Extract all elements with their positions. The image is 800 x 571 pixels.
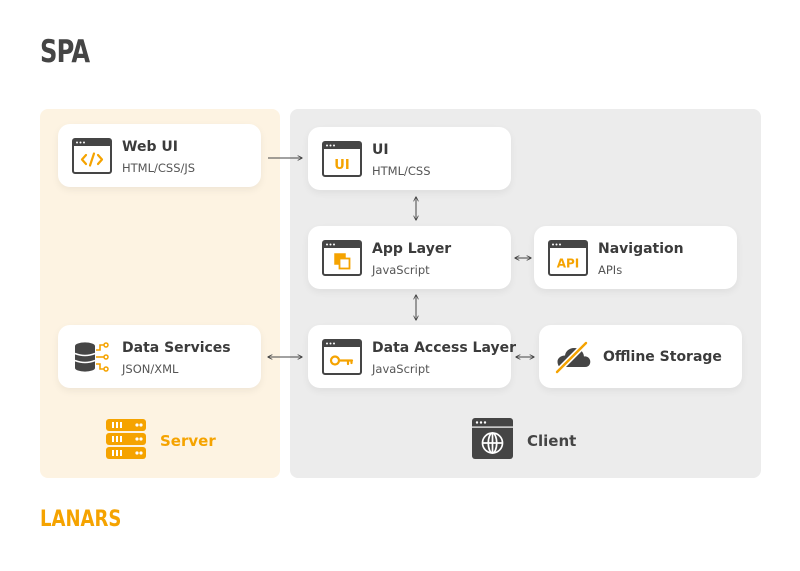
card-data-services: Data Services JSON/XML: [58, 325, 261, 388]
card-title: UI: [372, 142, 389, 158]
card-ui: UI UI HTML/CSS: [308, 127, 511, 190]
legend-server-label: Server: [160, 432, 216, 450]
card-title: App Layer: [372, 241, 452, 257]
key-window-icon: [322, 339, 362, 375]
card-subtitle: JavaScript: [372, 362, 430, 376]
card-subtitle: HTML/CSS/JS: [122, 161, 196, 175]
browser-globe-icon: [472, 418, 513, 463]
card-data-access-layer: Data Access Layer JavaScript: [308, 325, 516, 388]
card-title: Web UI: [122, 139, 178, 155]
card-title: Offline Storage: [603, 349, 722, 365]
api-window-icon: API: [548, 240, 588, 276]
svg-text:UI: UI: [334, 158, 349, 173]
card-title: Navigation: [598, 241, 684, 257]
ui-window-icon: UI: [322, 141, 362, 177]
card-web-ui: Web UI HTML/CSS/JS: [58, 124, 261, 187]
page-title: SPA: [40, 34, 90, 70]
card-subtitle: JSON/XML: [122, 362, 179, 376]
cloud-off-icon: [553, 339, 593, 375]
code-window-icon: [72, 138, 112, 174]
card-title: Data Access Layer: [372, 340, 517, 356]
database-icon: [72, 339, 112, 375]
card-subtitle: HTML/CSS: [372, 164, 431, 178]
legend-client-label: Client: [527, 431, 577, 450]
legend-server: Server: [106, 419, 216, 463]
card-app-layer: App Layer JavaScript: [308, 226, 511, 289]
card-offline-storage: Offline Storage: [539, 325, 742, 388]
legend-client: Client: [472, 418, 576, 463]
layers-window-icon: [322, 240, 362, 276]
svg-text:API: API: [557, 257, 580, 271]
card-subtitle: APIs: [598, 263, 623, 277]
card-navigation: API Navigation APIs: [534, 226, 737, 289]
card-title: Data Services: [122, 340, 231, 356]
card-subtitle: JavaScript: [372, 263, 430, 277]
server-rack-icon: [106, 419, 146, 463]
brand-logo: LANARS: [40, 507, 122, 532]
